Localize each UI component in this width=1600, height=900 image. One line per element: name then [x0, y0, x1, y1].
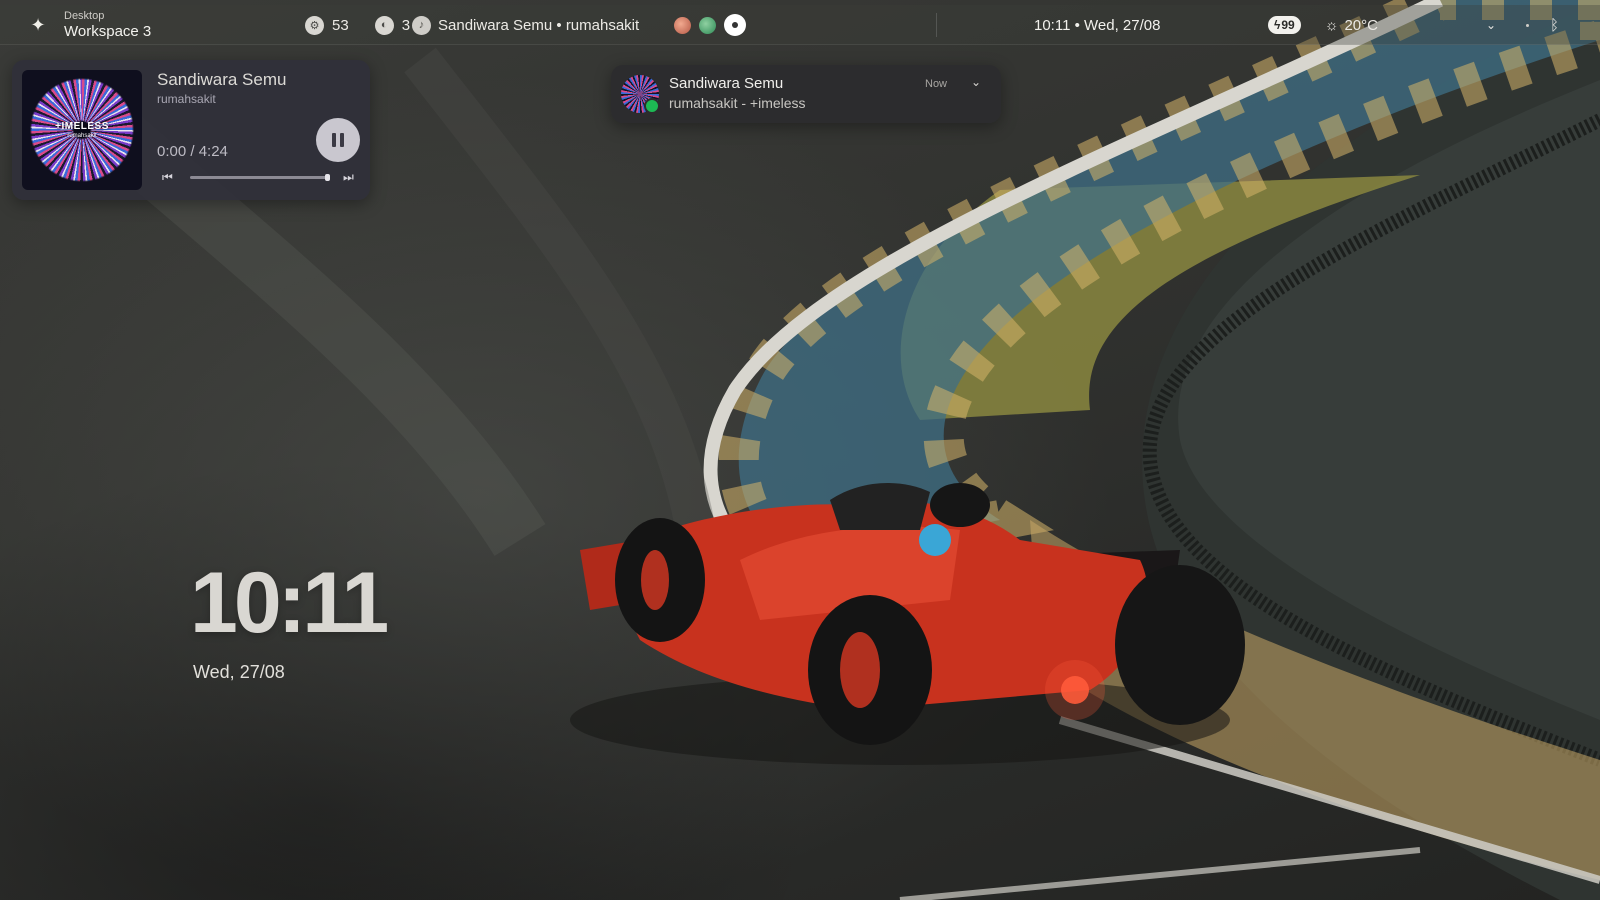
memory-value: 3 — [401, 16, 411, 34]
next-track-icon[interactable]: ⏭ — [343, 170, 354, 185]
expand-chevron-icon[interactable]: ⌄ — [971, 75, 981, 89]
weather-value: 20°C — [1344, 16, 1378, 34]
notification-body: rumahsakit - +imeless — [669, 95, 806, 111]
status-area: ϟ 99 ☼ 20°C — [1268, 5, 1378, 45]
media-indicator[interactable]: ♪ Sandiwara Semu • rumahsakit — [412, 5, 639, 45]
app-icon-3[interactable] — [724, 14, 746, 36]
progress-handle[interactable] — [325, 174, 331, 181]
battery-indicator[interactable]: ϟ 99 — [1268, 16, 1301, 34]
workspace-label: Desktop Workspace 3 — [64, 10, 152, 40]
bluetooth-icon[interactable]: ᛒ — [1550, 5, 1559, 45]
album-cover-title: +IMELESS rumahsakit — [55, 120, 109, 139]
music-icon: ♪ — [412, 15, 431, 35]
notification-card[interactable]: Sandiwara Semu rumahsakit - +imeless Now… — [611, 65, 1001, 123]
previous-track-icon[interactable]: ⏮ — [162, 170, 173, 185]
battery-value: 99 — [1281, 18, 1295, 32]
divider — [936, 13, 937, 37]
track-time: 0:00 / 4:24 — [157, 143, 228, 160]
track-title: Sandiwara Semu — [157, 70, 287, 89]
race-car — [570, 482, 1245, 765]
track-artist: rumahsakit — [157, 92, 216, 106]
spotify-icon — [644, 98, 660, 114]
notification-time: Now — [925, 78, 948, 90]
sparkle-icon[interactable]: ✦ — [28, 15, 48, 36]
desktop-date: Wed, 27/08 — [193, 662, 285, 682]
app-icon-2[interactable] — [699, 16, 716, 34]
workspace-subtitle: Desktop — [64, 10, 105, 22]
album-cover-artist: rumahsakit — [67, 132, 97, 139]
media-text: Sandiwara Semu • rumahsakit — [438, 16, 640, 34]
app-icon-1[interactable] — [674, 16, 691, 34]
weather-indicator[interactable]: ☼ 20°C — [1325, 17, 1378, 34]
progress-track[interactable] — [190, 176, 330, 179]
cpu-icon: ⚙ — [305, 15, 324, 35]
charging-icon: ϟ — [1274, 18, 1281, 32]
media-player-card: +IMELESS rumahsakit Sandiwara Semu rumah… — [12, 60, 370, 200]
workspace-indicator[interactable]: ✦ Desktop Workspace 3 — [28, 5, 151, 45]
album-cover: +IMELESS rumahsakit — [22, 70, 142, 190]
workspace-title: Workspace 3 — [64, 23, 152, 40]
top-bar: ✦ Desktop Workspace 3 ⚙ 53 ◐ 3 ♪ Sandiwa… — [0, 5, 1600, 45]
notification-title: Sandiwara Semu — [669, 75, 784, 92]
system-stats[interactable]: ⚙ 53 ◐ 3 — [305, 5, 410, 45]
pause-button[interactable] — [316, 118, 360, 162]
sun-icon: ☼ — [1324, 16, 1339, 34]
topbar-clock[interactable]: 10:11 • Wed, 27/08 — [1034, 5, 1160, 45]
status-dot — [1526, 24, 1529, 27]
cpu-value: 53 — [332, 16, 349, 34]
memory-icon: ◐ — [374, 15, 394, 35]
chevron-down-icon[interactable]: ⌄ — [1486, 5, 1496, 45]
tray-apps — [674, 5, 746, 45]
desktop-clock: 10:11 — [190, 555, 389, 651]
